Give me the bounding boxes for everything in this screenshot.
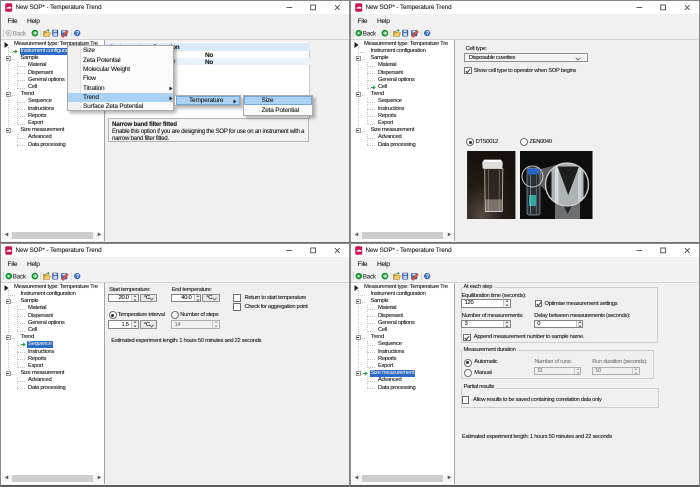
svg-text:?: ?: [426, 274, 429, 280]
svg-text:Back: Back: [13, 273, 27, 280]
svg-text:?: ?: [426, 31, 429, 37]
svg-text:?: ?: [76, 31, 79, 37]
svg-text:?: ?: [76, 274, 79, 280]
svg-text:Back: Back: [13, 30, 27, 37]
svg-text:Back: Back: [363, 30, 377, 37]
svg-text:Back: Back: [363, 273, 377, 280]
